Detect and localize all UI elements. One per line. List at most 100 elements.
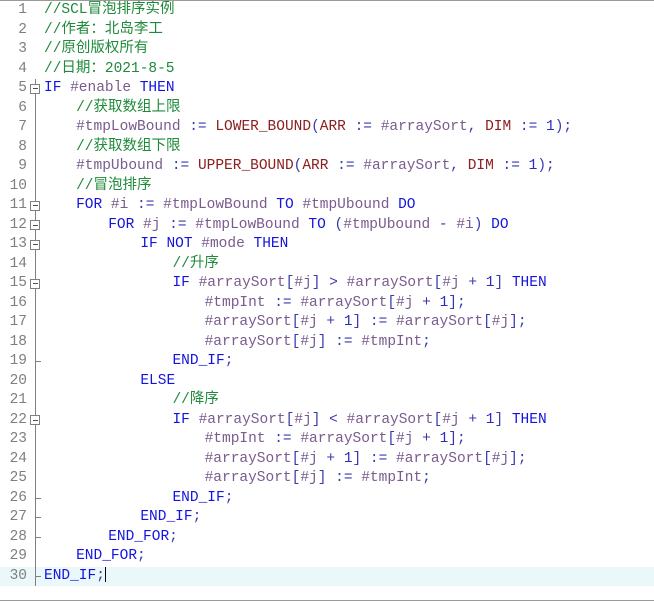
code-token: LOWER_BOUND <box>215 119 312 135</box>
code-token: #mode <box>201 236 245 252</box>
code-line-text[interactable]: END_FOR; <box>76 547 146 567</box>
code-line[interactable]: 27 END_IF; <box>0 508 654 528</box>
code-line-text[interactable]: //作者：北岛李工 <box>44 21 163 41</box>
code-line[interactable]: 10 //冒泡排序 <box>0 176 654 197</box>
code-line[interactable]: 21 //降序 <box>0 391 654 411</box>
code-line-text[interactable]: #arraySort[#j] := #tmpInt; <box>205 469 431 489</box>
code-token: TO <box>308 216 326 233</box>
line-number: 15 <box>9 275 27 291</box>
code-line-text[interactable]: IF #arraySort[#j] < #arraySort[#j + 1] T… <box>172 411 546 431</box>
code-line[interactable]: 3 //原创版权所有 <box>0 40 654 60</box>
fold-toggle-icon[interactable] <box>28 215 44 235</box>
code-token: #arraySort <box>380 119 468 135</box>
code-line-text[interactable]: //升序 <box>172 255 218 275</box>
code-line-text[interactable]: FOR #i := #tmpLowBound TO #tmpUbound DO <box>76 196 415 216</box>
code-line-text[interactable]: END_FOR; <box>108 528 178 548</box>
code-line[interactable]: 7 #tmpLowBound := LOWER_BOUND(ARR := #arr… <box>0 118 654 138</box>
code-token: #j <box>491 450 510 467</box>
code-line[interactable]: 17 #arraySort[#j + 1] := #arraySort[#j]; <box>0 313 654 333</box>
fold-toggle-icon[interactable] <box>28 235 44 255</box>
fold-toggle-icon[interactable] <box>28 410 44 430</box>
code-line[interactable]: 6 //获取数组上限 <box>0 98 654 119</box>
code-line[interactable]: 13 IF NOT #mode THEN <box>0 235 654 255</box>
code-line[interactable]: 19 END_IF; <box>0 352 654 372</box>
code-line-text[interactable]: //获取数组上限 <box>76 99 180 119</box>
fold-end-foot-icon <box>35 536 41 538</box>
code-line-text[interactable]: //获取数组下限 <box>76 138 180 158</box>
code-line-text[interactable]: ELSE <box>140 372 175 392</box>
code-line-text[interactable]: #tmpInt := #arraySort[#j + 1]; <box>205 430 466 450</box>
code-line[interactable]: 11 FOR #i := #tmpLowBound TO #tmpUbound D… <box>0 196 654 216</box>
code-line[interactable]: 29 END_FOR; <box>0 547 654 567</box>
code-line[interactable]: 2 //作者：北岛李工 <box>0 21 654 41</box>
code-line[interactable]: 22 IF #arraySort[#j] < #arraySort[#j + 1]… <box>0 410 654 431</box>
code-lines-container[interactable]: 1 //SCL冒泡排序实例 2 //作者：北岛李工 3 //原创版权所有 4 //日期：202… <box>0 1 654 586</box>
code-line[interactable]: 23 #tmpInt := #arraySort[#j + 1]; <box>0 430 654 450</box>
code-token: ; <box>224 353 234 369</box>
code-token: [ <box>483 314 492 330</box>
fold-collapse-box-icon[interactable] <box>30 239 40 250</box>
code-line-text[interactable]: END_IF; <box>44 566 106 587</box>
code-line-text[interactable]: FOR #j := #tmpLowBound TO (#tmpUbound - … <box>108 216 508 236</box>
line-number: 6 <box>18 99 27 116</box>
code-line-text[interactable]: #tmpLowBound := LOWER_BOUND(ARR := #arra… <box>76 118 572 138</box>
code-line-text[interactable]: END_IF; <box>140 508 201 528</box>
code-line[interactable]: 9 #tmpUbound := UPPER_BOUND(ARR := #array… <box>0 157 654 177</box>
code-line[interactable]: 25 #arraySort[#j] := #tmpInt; <box>0 469 654 489</box>
code-token: := <box>326 470 362 486</box>
code-token: := <box>128 197 164 213</box>
code-line-text[interactable]: //日期：2021-8-5 <box>44 60 175 80</box>
code-token: := <box>511 119 547 135</box>
code-line[interactable]: 28 END_FOR; <box>0 527 654 548</box>
code-token: #arraySort <box>300 431 388 447</box>
fold-toggle-icon[interactable] <box>28 196 44 216</box>
fold-toggle-icon[interactable] <box>28 274 44 294</box>
code-line-text[interactable]: IF #arraySort[#j] > #arraySort[#j + 1] T… <box>172 274 546 294</box>
code-line[interactable]: 20 ELSE <box>0 371 654 392</box>
code-line[interactable]: 14 //升序 <box>0 254 654 275</box>
code-token: < <box>320 411 347 428</box>
code-line-text[interactable]: //冒泡排序 <box>76 177 151 197</box>
code-token: 1 <box>439 294 449 311</box>
fold-collapse-box-icon[interactable] <box>30 83 40 94</box>
code-token: [ <box>433 275 443 291</box>
code-line-text[interactable]: END_IF; <box>172 489 233 509</box>
code-token: #tmpLowBound <box>195 216 300 233</box>
code-line[interactable]: 1 //SCL冒泡排序实例 <box>0 1 654 21</box>
code-line[interactable]: 15 IF #arraySort[#j] > #arraySort[#j + 1]… <box>0 274 654 294</box>
fold-guide <box>28 547 44 567</box>
code-line-text[interactable]: //降序 <box>172 391 218 411</box>
fold-collapse-box-icon[interactable] <box>30 415 40 425</box>
code-line[interactable]: 8 //获取数组下限 <box>0 137 654 158</box>
code-line-text[interactable]: #tmpUbound := UPPER_BOUND(ARR := #arrayS… <box>76 157 555 177</box>
code-line[interactable]: 4 //日期：2021-8-5 <box>0 60 654 80</box>
line-number: 27 <box>9 509 27 525</box>
code-line-text[interactable]: END_IF; <box>172 352 233 372</box>
code-line[interactable]: 12 FOR #j := #tmpLowBound TO (#tmpUbound … <box>0 215 654 236</box>
code-token: ; <box>224 489 234 506</box>
fold-collapse-box-icon[interactable] <box>30 200 40 211</box>
code-line[interactable]: 26 END_IF; <box>0 488 654 509</box>
code-line[interactable]: 24 #arraySort[#j + 1] := #arraySort[#j]; <box>0 449 654 470</box>
code-line-text[interactable]: IF NOT #mode THEN <box>140 235 288 255</box>
fold-toggle-icon[interactable] <box>28 79 44 99</box>
code-line-text[interactable]: IF #enable THEN <box>44 79 175 99</box>
code-line-text[interactable]: #tmpInt := #arraySort[#j + 1]; <box>205 294 466 314</box>
code-token: #j <box>396 294 414 311</box>
fold-collapse-box-icon[interactable] <box>30 278 40 289</box>
fold-collapse-box-icon[interactable] <box>30 220 40 230</box>
scl-code-editor[interactable]: 1 //SCL冒泡排序实例 2 //作者：北岛李工 3 //原创版权所有 4 //日期：202… <box>0 0 654 601</box>
code-line[interactable]: 16 #tmpInt := #arraySort[#j + 1]; <box>0 293 654 314</box>
code-line[interactable]: 5 IF #enable THEN <box>0 79 654 99</box>
code-token: , <box>467 119 486 135</box>
code-token: END_IF <box>172 353 225 369</box>
code-line[interactable]: 18 #arraySort[#j] := #tmpInt; <box>0 332 654 353</box>
code-line-text[interactable]: #arraySort[#j] := #tmpInt; <box>205 333 431 353</box>
code-line-text[interactable]: //原创版权所有 <box>44 40 148 60</box>
code-line-text[interactable]: //SCL冒泡排序实例 <box>44 1 175 21</box>
code-line-text[interactable]: #arraySort[#j + 1] := #arraySort[#j]; <box>205 313 527 333</box>
code-token: ( <box>325 216 344 233</box>
code-line-text[interactable]: #arraySort[#j + 1] := #arraySort[#j]; <box>205 450 527 470</box>
code-line[interactable]: 30 END_IF; <box>0 566 654 587</box>
code-token: [ <box>291 333 301 350</box>
